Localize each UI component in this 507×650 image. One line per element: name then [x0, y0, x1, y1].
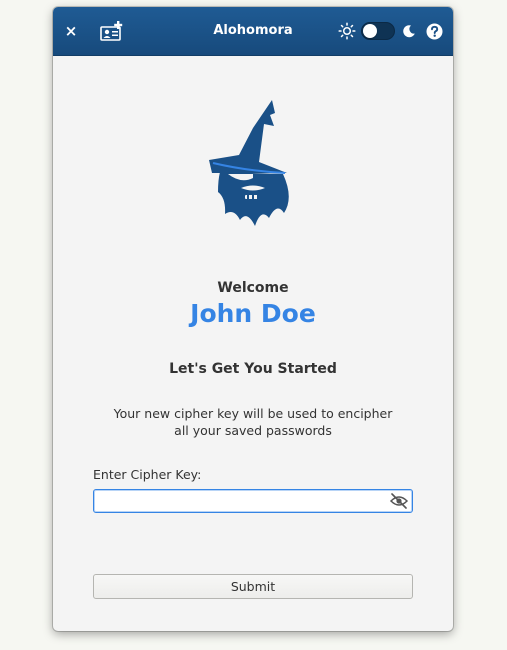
cipher-key-input[interactable]	[98, 492, 387, 512]
help-icon	[426, 23, 442, 39]
help-button[interactable]	[425, 22, 443, 40]
welcome-page: Welcome John Doe Let's Get You Started Y…	[53, 56, 453, 631]
eye-hidden-icon	[389, 493, 409, 509]
description-line: all your saved passwords	[174, 423, 332, 438]
toggle-visibility-button[interactable]	[389, 492, 409, 510]
switch-knob	[363, 24, 377, 38]
app-window: × Alohomora Welcome John Doe Let's Get Y…	[53, 7, 453, 631]
sun-icon	[338, 22, 356, 40]
dark-mode-indicator	[401, 22, 417, 40]
submit-button[interactable]: Submit	[93, 574, 413, 599]
account-card-icon	[100, 21, 123, 41]
cipher-key-field[interactable]	[93, 489, 413, 513]
page-heading: Let's Get You Started	[169, 361, 337, 377]
headerbar: × Alohomora	[53, 7, 453, 56]
close-icon: ×	[64, 22, 78, 40]
wizard-logo-icon	[209, 100, 289, 226]
description-line: Your new cipher key will be used to enci…	[113, 406, 393, 421]
close-button[interactable]: ×	[61, 21, 81, 41]
light-mode-indicator	[338, 22, 356, 40]
description: Your new cipher key will be used to enci…	[93, 405, 413, 439]
account-button[interactable]	[99, 20, 125, 42]
user-name: John Doe	[190, 299, 316, 328]
moon-icon	[403, 25, 415, 38]
welcome-text: Welcome	[217, 280, 289, 296]
dark-mode-switch[interactable]	[361, 22, 395, 40]
cipher-key-label: Enter Cipher Key:	[93, 467, 202, 482]
